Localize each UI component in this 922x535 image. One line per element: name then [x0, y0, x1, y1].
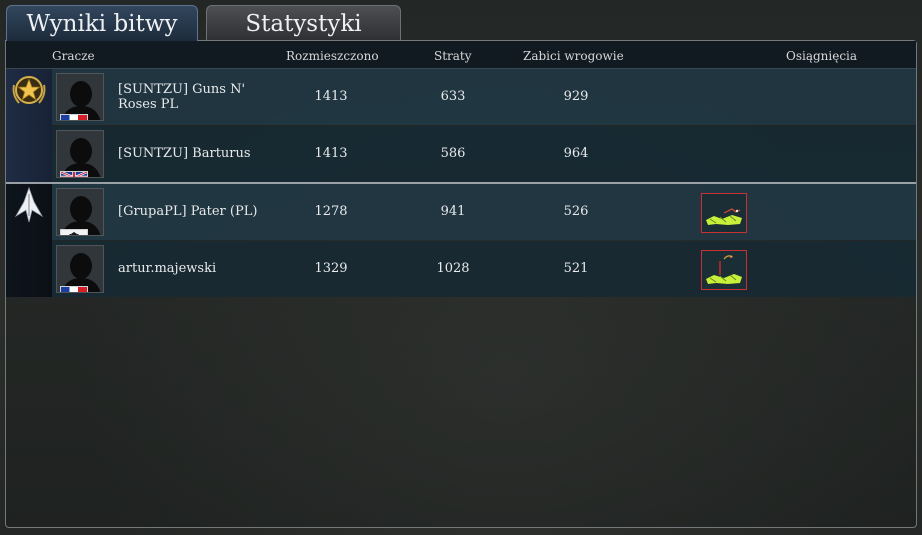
france-flag-icon: [60, 286, 88, 292]
column-kills: Zabici wrogowie: [523, 49, 624, 63]
results-panel: Gracze Rozmieszczono Straty Zabici wrogo…: [5, 40, 917, 528]
white-arrow-emblem-icon: [14, 186, 44, 223]
player-avatar: [56, 130, 104, 178]
france-flag-icon: [60, 114, 88, 120]
column-achievements: Osiągnięcia: [786, 49, 858, 63]
deployed-value: 1413: [314, 89, 348, 104]
player-name: [SUNTZU] Barturus: [118, 146, 251, 161]
player-row[interactable]: artur.majewski 1329 1028 521: [52, 241, 916, 297]
kills-value: 929: [563, 89, 589, 104]
deployed-value: 1278: [314, 204, 348, 219]
player-name: [SUNTZU] Guns N' Roses PL: [118, 82, 246, 112]
player-name: artur.majewski: [118, 261, 217, 276]
column-losses: Straty: [434, 49, 472, 63]
player-avatar: [56, 245, 104, 293]
column-deployed: Rozmieszczono: [286, 49, 379, 63]
gold-star-emblem-icon: [12, 76, 46, 104]
player-name: [GrupaPL] Pater (PL): [118, 204, 258, 219]
column-players: Gracze: [52, 49, 95, 63]
deployed-value: 1329: [314, 261, 348, 276]
tab-battle-results[interactable]: Wyniki bitwy: [6, 5, 198, 41]
player-row[interactable]: [GrupaPL] Pater (PL) 1278 941 526: [52, 184, 916, 240]
battle-results-window: Wyniki bitwy Statystyki Gracze Rozmieszc…: [0, 0, 922, 535]
player-row[interactable]: [SUNTZU] Guns N' Roses PL 1413 633 929: [52, 69, 916, 125]
player-avatar: [56, 188, 104, 236]
uk-flag-icon: [60, 171, 88, 177]
team-two-column: [6, 184, 52, 297]
player-avatar: [56, 73, 104, 121]
deployed-value: 1413: [314, 146, 348, 161]
losses-value: 633: [440, 89, 466, 104]
losses-value: 941: [440, 204, 466, 219]
player-row[interactable]: [SUNTZU] Barturus 1413 586 964: [52, 126, 916, 182]
table-header: Gracze Rozmieszczono Straty Zabici wrogo…: [6, 41, 916, 69]
kills-value: 521: [563, 261, 589, 276]
tab-statistics[interactable]: Statystyki: [206, 5, 401, 41]
losses-value: 1028: [436, 261, 470, 276]
kills-value: 964: [563, 146, 589, 161]
kills-value: 526: [563, 204, 589, 219]
battle-achievement-icon[interactable]: [701, 193, 747, 233]
artillery-achievement-icon[interactable]: [701, 250, 747, 290]
losses-value: 586: [440, 146, 466, 161]
prussia-flag-icon: [60, 229, 88, 235]
team-one-column: [6, 69, 52, 182]
